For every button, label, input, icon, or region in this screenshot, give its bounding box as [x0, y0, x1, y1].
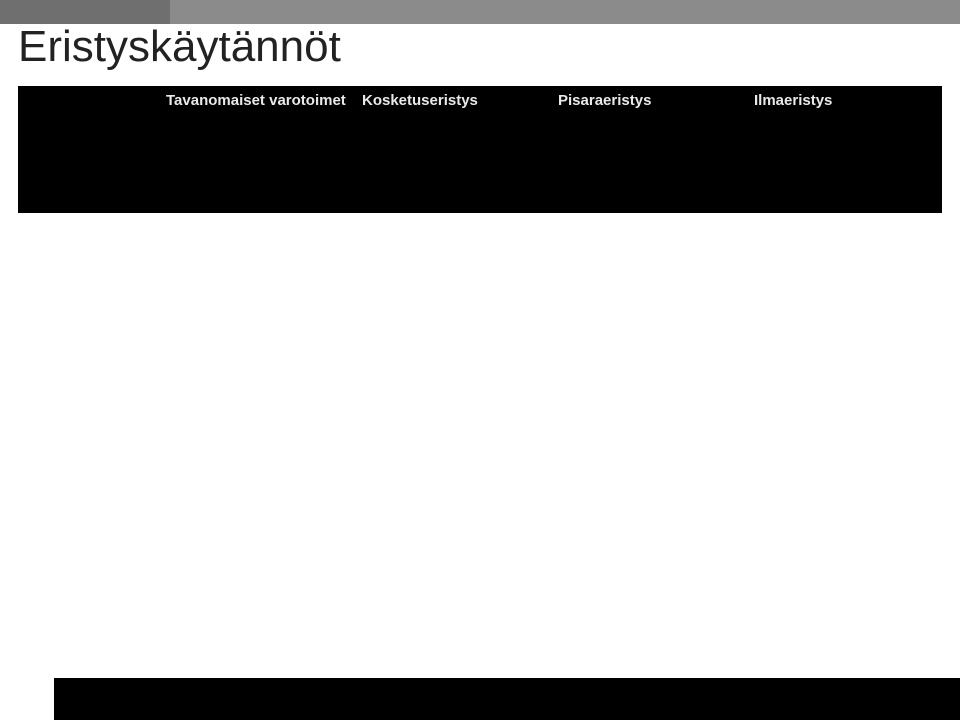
row-label: [18, 201, 158, 213]
cell: [550, 165, 746, 177]
cell: [354, 201, 550, 213]
cell: [550, 153, 746, 165]
cell: [746, 165, 942, 177]
col-header-droplet-isolation: Pisaraeristys: [550, 86, 746, 117]
cell: [746, 117, 942, 129]
row-label: [18, 129, 158, 141]
cell: [158, 129, 354, 141]
top-bar-accent: [0, 0, 170, 24]
top-bar: [0, 0, 960, 24]
isolation-table: Tavanomaiset varotoimet Kosketuseristys …: [18, 86, 942, 213]
table-row: [18, 129, 942, 141]
cell: [354, 141, 550, 153]
table-header-row: Tavanomaiset varotoimet Kosketuseristys …: [18, 86, 942, 117]
row-label: [18, 117, 158, 129]
cell: [354, 165, 550, 177]
cell: [158, 177, 354, 189]
cell: [354, 117, 550, 129]
bottom-bar: [0, 678, 960, 720]
row-label: [18, 177, 158, 189]
slide: Eristyskäytännöt Tavanomaiset varotoimet…: [0, 0, 960, 720]
cell: [550, 141, 746, 153]
cell: [550, 117, 746, 129]
cell: [746, 141, 942, 153]
cell: [550, 189, 746, 201]
cell: [158, 165, 354, 177]
cell: [746, 129, 942, 141]
cell: [550, 177, 746, 189]
cell: [158, 153, 354, 165]
cell: [746, 189, 942, 201]
cell: [158, 117, 354, 129]
cell: [550, 201, 746, 213]
col-header-airborne-isolation: Ilmaeristys: [746, 86, 942, 117]
cell: [746, 153, 942, 165]
page-title: Eristyskäytännöt: [18, 22, 341, 72]
cell: [354, 129, 550, 141]
row-label: [18, 189, 158, 201]
col-header-contact-isolation: Kosketuseristys: [354, 86, 550, 117]
cell: [354, 177, 550, 189]
row-label: [18, 165, 158, 177]
cell: [354, 189, 550, 201]
table-row: [18, 201, 942, 213]
col-header-rowlabel: [18, 86, 158, 117]
cell: [158, 189, 354, 201]
cell: [746, 201, 942, 213]
cell: [746, 177, 942, 189]
cell: [158, 141, 354, 153]
row-label: [18, 141, 158, 153]
table-row: [18, 189, 942, 201]
cell: [354, 153, 550, 165]
table-row: [18, 141, 942, 153]
bottom-bar-inset: [0, 678, 54, 720]
row-label: [18, 153, 158, 165]
table-row: [18, 177, 942, 189]
table-row: [18, 153, 942, 165]
cell: [550, 129, 746, 141]
col-header-standard-precautions: Tavanomaiset varotoimet: [158, 86, 354, 117]
table-row: [18, 165, 942, 177]
table-row: [18, 117, 942, 129]
cell: [158, 201, 354, 213]
